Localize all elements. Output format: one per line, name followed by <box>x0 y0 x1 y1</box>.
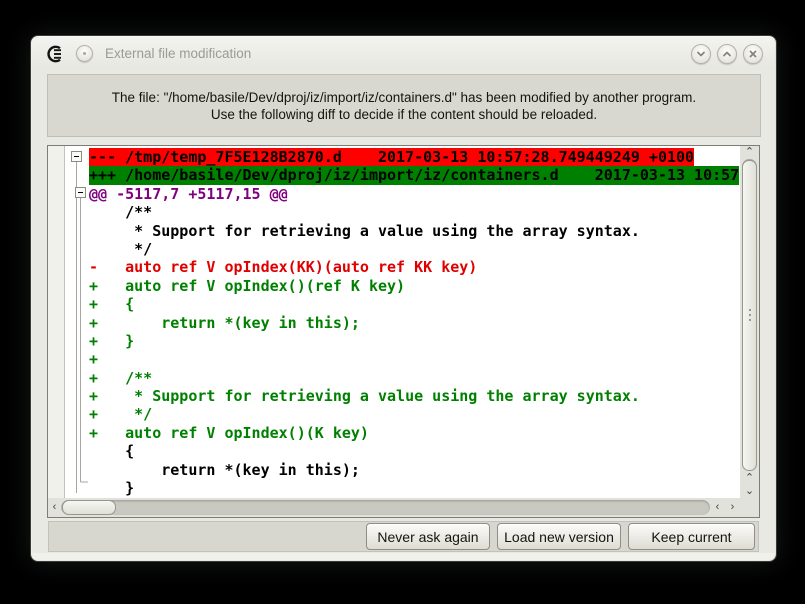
scroll-up-icon[interactable]: ⌃ <box>740 472 759 485</box>
never-ask-again-button[interactable]: Never ask again <box>366 523 490 550</box>
close-button[interactable] <box>743 44 763 64</box>
scroll-right-icon[interactable]: › <box>725 498 740 517</box>
scroll-left-icon[interactable]: ‹ <box>48 498 61 517</box>
message-line-1: The file: "/home/basile/Dev/dproj/iz/imp… <box>112 89 696 106</box>
diff-line[interactable]: } <box>48 479 740 497</box>
diff-line[interactable]: return *(key in this); <box>48 461 740 479</box>
horizontal-scrollbar[interactable]: ‹ ‹ › <box>48 498 740 517</box>
message-panel: The file: "/home/basile/Dev/dproj/iz/imp… <box>47 74 761 137</box>
diff-line[interactable]: */ <box>48 240 740 258</box>
diff-line[interactable]: + { <box>48 295 740 313</box>
diff-line[interactable]: * Support for retrieving a value using t… <box>48 222 740 240</box>
window-title: External file modification <box>105 46 691 61</box>
fold-toggle[interactable] <box>71 151 82 162</box>
diff-line[interactable]: + /** <box>48 369 740 387</box>
horizontal-scrollbar-thumb[interactable] <box>62 500 116 515</box>
scroll-up-icon[interactable]: ⌃ <box>740 146 759 159</box>
chevron-up-icon <box>720 47 734 61</box>
diff-view: --- /tmp/temp_7F5E128B2870.d 2017-03-13 … <box>47 145 760 518</box>
diff-line[interactable]: - auto ref V opIndex(KK)(auto ref KK key… <box>48 258 740 276</box>
diff-line[interactable]: +++ /home/basile/Dev/dproj/iz/import/iz/… <box>48 166 740 184</box>
scrollbar-grip <box>749 309 751 322</box>
diff-line[interactable]: + * Support for retrieving a value using… <box>48 387 740 405</box>
menu-dot-icon <box>83 52 86 55</box>
diff-line[interactable]: /** <box>48 203 740 221</box>
dialog-window: External file modification <box>30 35 777 562</box>
maximize-button[interactable] <box>717 44 737 64</box>
diff-line[interactable]: { <box>48 442 740 460</box>
diff-line[interactable]: + <box>48 350 740 368</box>
diff-viewport: --- /tmp/temp_7F5E128B2870.d 2017-03-13 … <box>48 146 740 498</box>
coedit-logo-icon <box>46 44 66 64</box>
scroll-left-icon[interactable]: ‹ <box>710 498 725 517</box>
window-menu-button[interactable] <box>76 45 93 62</box>
diff-line[interactable]: + auto ref V opIndex()(ref K key) <box>48 277 740 295</box>
diff-line[interactable]: --- /tmp/temp_7F5E128B2870.d 2017-03-13 … <box>48 148 740 166</box>
close-icon <box>746 47 760 61</box>
load-new-version-button[interactable]: Load new version <box>497 523 621 550</box>
diff-rows: --- /tmp/temp_7F5E128B2870.d 2017-03-13 … <box>48 148 740 497</box>
window-controls <box>691 44 763 64</box>
scroll-down-icon[interactable]: ⌄ <box>740 485 759 498</box>
chevron-down-icon <box>694 47 708 61</box>
diff-line[interactable]: + return *(key in this); <box>48 314 740 332</box>
fold-toggle[interactable] <box>75 187 86 198</box>
window-bottom-bezel <box>32 553 775 560</box>
message-line-2: Use the following diff to decide if the … <box>211 106 597 123</box>
diff-line[interactable]: + auto ref V opIndex()(K key) <box>48 424 740 442</box>
titlebar[interactable]: External file modification <box>32 37 775 70</box>
diff-line[interactable]: + } <box>48 332 740 350</box>
diff-line[interactable]: @@ -5117,7 +5117,15 @@ <box>48 185 740 203</box>
button-panel: Never ask again Load new version Keep cu… <box>48 521 759 552</box>
vertical-scrollbar-thumb[interactable] <box>742 160 757 471</box>
scrollbar-corner <box>740 498 759 517</box>
horizontal-scrollbar-trough[interactable] <box>61 500 710 515</box>
minimize-button[interactable] <box>691 44 711 64</box>
keep-current-button[interactable]: Keep current <box>628 523 755 550</box>
desktop-background: External file modification <box>0 0 805 604</box>
diff-line[interactable]: + */ <box>48 405 740 423</box>
vertical-scrollbar[interactable]: ⌃ ⌃ ⌄ <box>740 146 759 498</box>
